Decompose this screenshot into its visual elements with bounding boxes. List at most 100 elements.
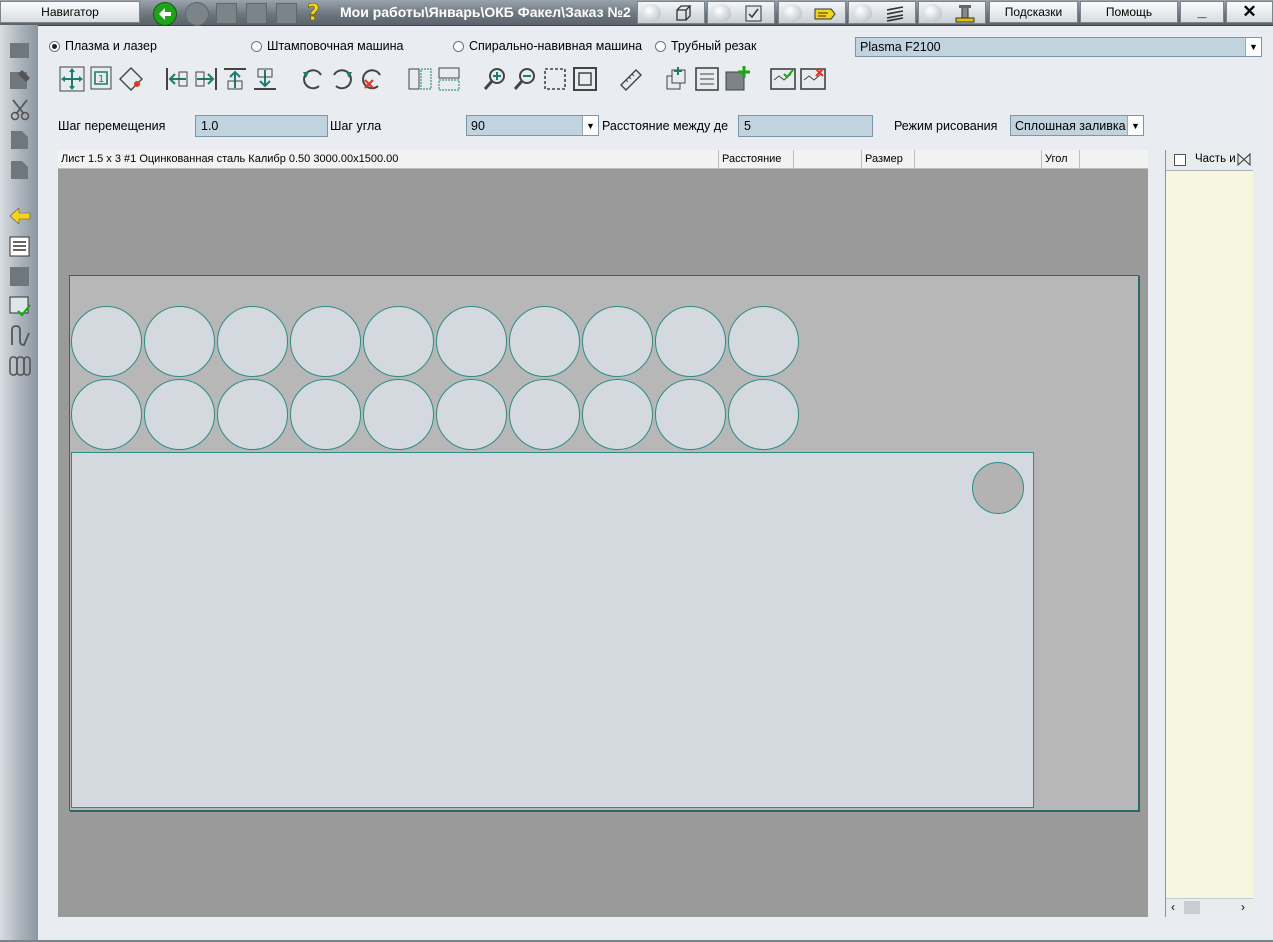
align-left-icon[interactable]	[164, 66, 190, 92]
copy-vertical-icon[interactable]	[436, 66, 462, 92]
circle-part[interactable]	[582, 306, 653, 377]
circle-part[interactable]	[363, 306, 434, 377]
column-distance[interactable]: Расстояние	[719, 150, 794, 168]
nest-accept-icon[interactable]	[770, 66, 796, 92]
rectangle-part[interactable]	[71, 452, 1034, 808]
metal-sheet[interactable]	[69, 275, 1139, 811]
small-circle-part[interactable]	[972, 462, 1024, 514]
circle-part[interactable]	[217, 306, 288, 377]
draw-mode-select[interactable]: Сплошная заливка ▼	[1010, 115, 1144, 136]
column-blank-2	[915, 150, 1042, 168]
title-bar: Навигатор ? Мои работы\Январь\ОКБ Факел\…	[0, 0, 1273, 26]
paste-icon[interactable]	[9, 159, 31, 181]
align-bottom-icon[interactable]	[252, 66, 278, 92]
transform-icon[interactable]: 1	[88, 66, 114, 92]
edit-icon[interactable]	[9, 69, 31, 91]
circle-part[interactable]	[655, 379, 726, 450]
circle-part[interactable]	[144, 306, 215, 377]
tab-stack[interactable]	[848, 1, 916, 24]
select-all-checkbox[interactable]	[1174, 154, 1186, 166]
move-part-icon[interactable]	[59, 66, 85, 92]
rotate-delete-icon[interactable]	[359, 66, 385, 92]
tab-3d[interactable]	[637, 1, 705, 24]
rotate-cw-icon[interactable]	[329, 66, 355, 92]
circle-part[interactable]	[290, 306, 361, 377]
column-size[interactable]: Размер	[862, 150, 915, 168]
circle-part[interactable]	[144, 379, 215, 450]
chevron-down-icon[interactable]: ▼	[582, 116, 598, 135]
horizontal-scrollbar[interactable]: ‹ ›	[1166, 898, 1253, 917]
list-icon[interactable]	[9, 235, 31, 257]
back-arrow-icon[interactable]	[9, 205, 31, 227]
radio-label: Трубный резак	[671, 39, 757, 53]
rotate-part-icon[interactable]	[118, 66, 144, 92]
machine-select[interactable]: Plasma F2100 ▼	[855, 37, 1262, 57]
circle-part[interactable]	[436, 379, 507, 450]
circle-part[interactable]	[728, 306, 799, 377]
align-top-icon[interactable]	[222, 66, 248, 92]
help-button[interactable]: Помощь	[1080, 1, 1178, 23]
scroll-thumb[interactable]	[1184, 901, 1200, 914]
circle-part[interactable]	[582, 379, 653, 450]
move-step-input[interactable]: 1.0	[195, 115, 328, 137]
back-arrow-icon[interactable]	[153, 2, 177, 26]
measure-icon[interactable]	[618, 66, 644, 92]
radio-plasma-laser[interactable]: Плазма и лазер	[49, 39, 157, 53]
circle-part[interactable]	[217, 379, 288, 450]
copy-icon[interactable]	[9, 129, 31, 151]
scroll-right-icon[interactable]: ›	[1241, 900, 1245, 914]
nesting-canvas[interactable]: Лист 1.5 x 3 #1 Оцинкованная сталь Калиб…	[58, 150, 1148, 917]
circle-part[interactable]	[290, 379, 361, 450]
radio-label: Спирально-навивная машина	[469, 39, 643, 53]
chevron-down-icon[interactable]: ▼	[1127, 116, 1143, 135]
zoom-out-icon[interactable]	[512, 66, 538, 92]
align-right-icon[interactable]	[193, 66, 219, 92]
circle-part[interactable]	[71, 379, 142, 450]
help-question-icon[interactable]: ?	[304, 1, 324, 27]
circle-part[interactable]	[363, 379, 434, 450]
tab-machine[interactable]	[918, 1, 986, 24]
nest-reject-icon[interactable]	[800, 66, 826, 92]
scroll-left-icon[interactable]: ‹	[1171, 900, 1175, 914]
radio-punch-machine[interactable]: Штамповочная машина	[251, 39, 404, 53]
square-icon[interactable]	[246, 3, 267, 24]
circle-part[interactable]	[509, 379, 580, 450]
circle-part[interactable]	[509, 306, 580, 377]
distance-input[interactable]: 5	[738, 115, 873, 137]
column-angle[interactable]: Угол	[1042, 150, 1080, 168]
close-button[interactable]: ✕	[1226, 1, 1273, 23]
circle-part[interactable]	[655, 306, 726, 377]
tab-nesting[interactable]	[707, 1, 775, 24]
radio-tube-cutter[interactable]: Трубный резак	[655, 39, 756, 53]
copy-horizontal-icon[interactable]	[407, 66, 433, 92]
chain-icon[interactable]	[9, 355, 31, 377]
tab-labels[interactable]	[778, 1, 846, 24]
radio-spiral-machine[interactable]: Спирально-навивная машина	[453, 39, 642, 53]
zoom-in-icon[interactable]	[482, 66, 508, 92]
cut-icon[interactable]	[9, 99, 31, 121]
move-step-label: Шаг перемещения	[58, 119, 166, 133]
collapse-icon[interactable]	[1237, 153, 1251, 166]
circle-part[interactable]	[71, 306, 142, 377]
circle-part[interactable]	[436, 306, 507, 377]
blank-icon[interactable]	[9, 265, 31, 287]
zoom-window-icon[interactable]	[542, 66, 568, 92]
record-icon[interactable]	[185, 2, 209, 26]
stop-icon[interactable]	[216, 3, 237, 24]
part-list-icon[interactable]	[694, 66, 720, 92]
add-part-icon[interactable]	[664, 66, 690, 92]
path-icon[interactable]	[9, 325, 31, 347]
draw-mode-value: Сплошная заливка	[1015, 118, 1126, 133]
rotate-ccw-icon[interactable]	[300, 66, 326, 92]
angle-step-select[interactable]: 90 ▼	[466, 115, 599, 136]
add-sheet-icon[interactable]	[724, 66, 750, 92]
square-icon-2[interactable]	[276, 3, 297, 24]
circle-part[interactable]	[728, 379, 799, 450]
hints-button[interactable]: Подсказки	[989, 1, 1078, 23]
check-sheet-icon[interactable]	[9, 295, 31, 317]
chevron-down-icon[interactable]: ▼	[1245, 38, 1261, 56]
zoom-fit-icon[interactable]	[572, 66, 598, 92]
minimize-button[interactable]: _	[1180, 1, 1224, 23]
navigator-button[interactable]: Навигатор	[0, 1, 140, 23]
sheet-icon[interactable]	[9, 39, 31, 61]
